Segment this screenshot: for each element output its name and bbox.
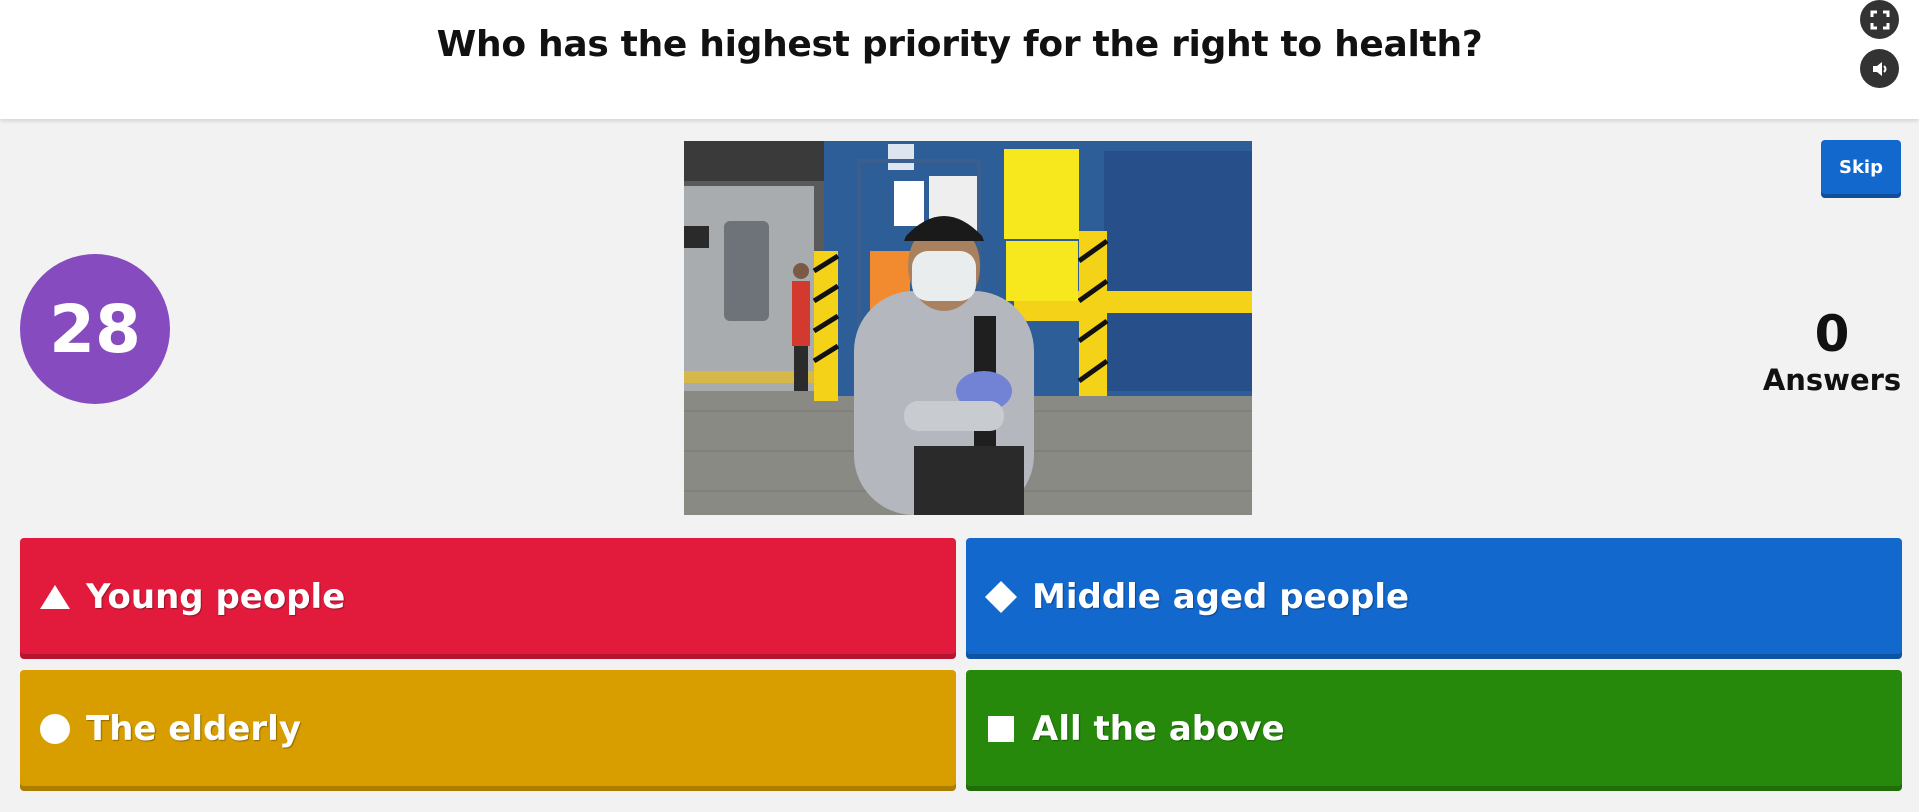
- answers-count-value: 0: [1814, 305, 1850, 363]
- answer-option-all-the-above[interactable]: All the above: [966, 670, 1902, 791]
- answer-option-label: All the above: [1032, 708, 1285, 749]
- diamond-icon: [984, 580, 1018, 614]
- speaker-icon: [1872, 61, 1886, 76]
- question-image: [684, 141, 1252, 515]
- answer-option-middle-aged-people[interactable]: Middle aged people: [966, 538, 1902, 659]
- countdown-timer: 28: [20, 254, 170, 404]
- answers-counter: 0 Answers: [1752, 305, 1912, 397]
- answer-option-label: The elderly: [86, 708, 301, 749]
- answers-count-label: Answers: [1762, 363, 1902, 397]
- answer-option-the-elderly[interactable]: The elderly: [20, 670, 956, 791]
- fullscreen-icon: [1870, 10, 1889, 29]
- question-header: Who has the highest priority for the rig…: [0, 0, 1919, 119]
- circle-icon: [38, 712, 72, 746]
- answer-option-label: Middle aged people: [1032, 576, 1410, 617]
- fullscreen-button[interactable]: [1860, 0, 1899, 39]
- question-title: Who has the highest priority for the rig…: [436, 24, 1483, 65]
- answer-option-young-people[interactable]: Young people: [20, 538, 956, 659]
- sound-button[interactable]: [1860, 49, 1899, 88]
- skip-button[interactable]: Skip: [1821, 140, 1901, 198]
- triangle-icon: [38, 580, 72, 614]
- square-icon: [984, 712, 1018, 746]
- answer-option-label: Young people: [86, 576, 346, 617]
